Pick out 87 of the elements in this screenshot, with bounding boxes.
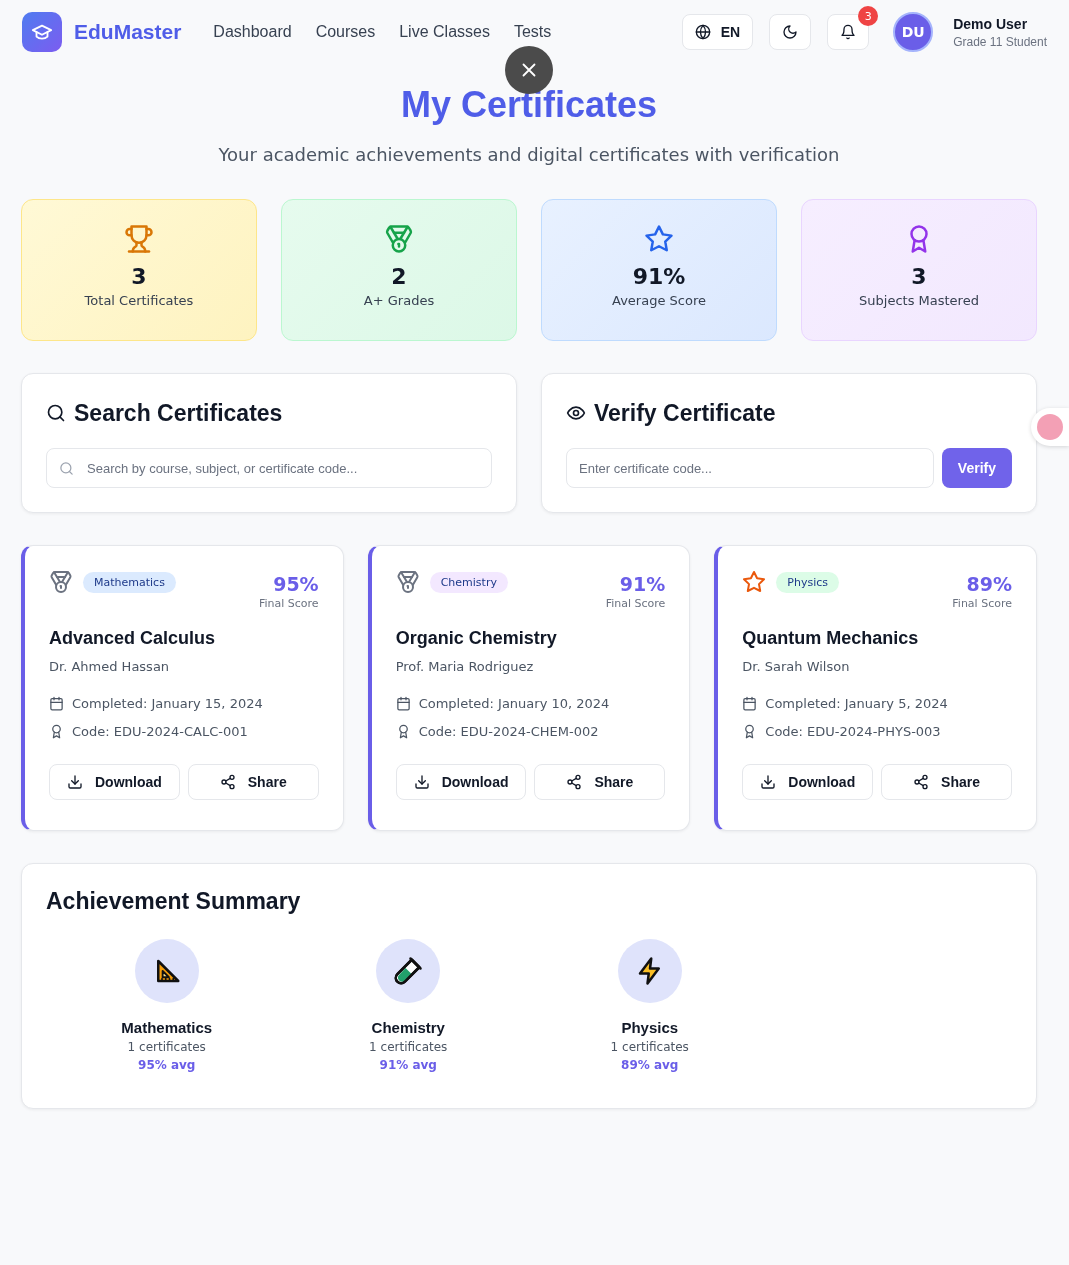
certificate-code: Code: EDU-2024-CALC-001 <box>72 723 248 739</box>
medal-icon <box>49 570 73 594</box>
globe-icon <box>694 24 711 40</box>
nav-link[interactable]: Courses <box>315 23 376 41</box>
logo-icon[interactable] <box>22 12 62 52</box>
star-icon <box>742 570 767 594</box>
subject-name: Chemistry <box>371 1019 445 1036</box>
stat-value: 2 <box>391 264 407 289</box>
share-button[interactable]: Share <box>534 764 666 800</box>
search-field[interactable]: Search by course, subject, or certificate code... <box>46 448 492 488</box>
calendar-icon <box>395 695 411 711</box>
subject-tag: Mathematics <box>83 572 176 593</box>
trophy-icon <box>124 224 154 254</box>
language-button[interactable]: EN <box>681 14 754 50</box>
certificate-count: 1 certificates <box>369 1040 448 1054</box>
share-icon <box>913 774 930 790</box>
stat-label: Average Score <box>612 293 706 308</box>
bell-icon <box>840 24 857 40</box>
subject-name: Physics <box>621 1019 679 1036</box>
verify-button[interactable]: Verify <box>941 448 1012 488</box>
average-score: 91% avg <box>379 1058 437 1072</box>
certificate-code: Code: EDU-2024-PHYS-003 <box>765 723 941 739</box>
search-icon <box>46 403 66 423</box>
score-label: Final Score <box>605 597 666 610</box>
page-title: My Certificates <box>399 84 659 126</box>
download-button[interactable]: Download <box>742 764 874 800</box>
section-title: Achievement Summary <box>46 888 302 915</box>
subject-name: Mathematics <box>121 1019 213 1036</box>
download-button[interactable]: Download <box>395 764 527 800</box>
award-icon <box>49 723 64 739</box>
completion-date: Completed: January 10, 2024 <box>418 695 610 711</box>
course-name: Advanced Calculus <box>49 628 217 649</box>
certificate-code: Code: EDU-2024-CHEM-002 <box>418 723 599 739</box>
subject-tag: Chemistry <box>429 572 508 593</box>
user-role: Grade 11 Student <box>953 34 1047 49</box>
share-icon <box>219 774 236 790</box>
completion-date: Completed: January 15, 2024 <box>72 695 263 711</box>
stat-label: A+ Grades <box>363 293 435 308</box>
notification-badge: 3 <box>858 6 879 26</box>
teacher-name: Prof. Maria Rodriguez <box>395 659 535 674</box>
page-subtitle: Your academic achievements and digital certificates with verification <box>217 144 841 165</box>
stat-label: Subjects Mastered <box>859 293 979 308</box>
certificate-code-field[interactable]: Enter certificate code... <box>566 448 934 488</box>
panel-title: Search Certificates <box>74 399 283 427</box>
share-icon <box>566 774 583 790</box>
certificate-count: 1 certificates <box>127 1040 206 1054</box>
course-name: Quantum Mechanics <box>742 628 920 649</box>
average-score: 89% avg <box>621 1058 679 1072</box>
avatar[interactable]: DU <box>893 12 934 52</box>
theme-button[interactable] <box>769 14 812 50</box>
stat-value: 3 <box>911 264 927 289</box>
calendar-icon <box>49 695 64 711</box>
download-icon <box>760 774 777 790</box>
calendar-icon <box>742 695 758 711</box>
stat-label: Total Certificates <box>84 293 194 308</box>
subject-tag: Physics <box>776 572 839 593</box>
download-icon <box>413 774 430 790</box>
average-score: 95% avg <box>138 1058 196 1072</box>
notifications-button[interactable] <box>827 14 870 50</box>
nav-link[interactable]: Dashboard <box>213 23 292 41</box>
stat-value: 91% <box>632 264 686 289</box>
test-tube-icon <box>393 956 424 986</box>
teacher-name: Dr. Ahmed Hassan <box>49 659 171 674</box>
share-button[interactable]: Share <box>881 764 1012 800</box>
brand-name[interactable]: EduMaster <box>74 20 182 44</box>
course-name: Organic Chemistry <box>395 628 558 649</box>
panel-title: Verify Certificate <box>594 399 776 427</box>
nav-link[interactable]: Live Classes <box>399 23 490 41</box>
medal-icon <box>395 570 420 594</box>
nav-link[interactable]: Tests <box>513 23 552 41</box>
star-icon <box>644 224 674 254</box>
download-icon <box>66 774 83 790</box>
teacher-name: Dr. Sarah Wilson <box>742 659 851 674</box>
score-label: Final Score <box>259 597 319 610</box>
final-score: 95% <box>272 573 319 595</box>
stat-value: 3 <box>131 264 147 289</box>
certificate-count: 1 certificates <box>610 1040 689 1054</box>
share-button[interactable]: Share <box>187 764 319 800</box>
final-score: 91% <box>618 573 666 595</box>
moon-icon <box>782 24 799 40</box>
medal-icon <box>384 224 414 254</box>
download-button[interactable]: Download <box>49 764 180 800</box>
user-name: Demo User <box>953 15 1029 32</box>
score-label: Final Score <box>952 597 1012 610</box>
completion-date: Completed: January 5, 2024 <box>765 695 948 711</box>
final-score: 89% <box>965 573 1012 595</box>
eye-icon <box>566 403 586 423</box>
